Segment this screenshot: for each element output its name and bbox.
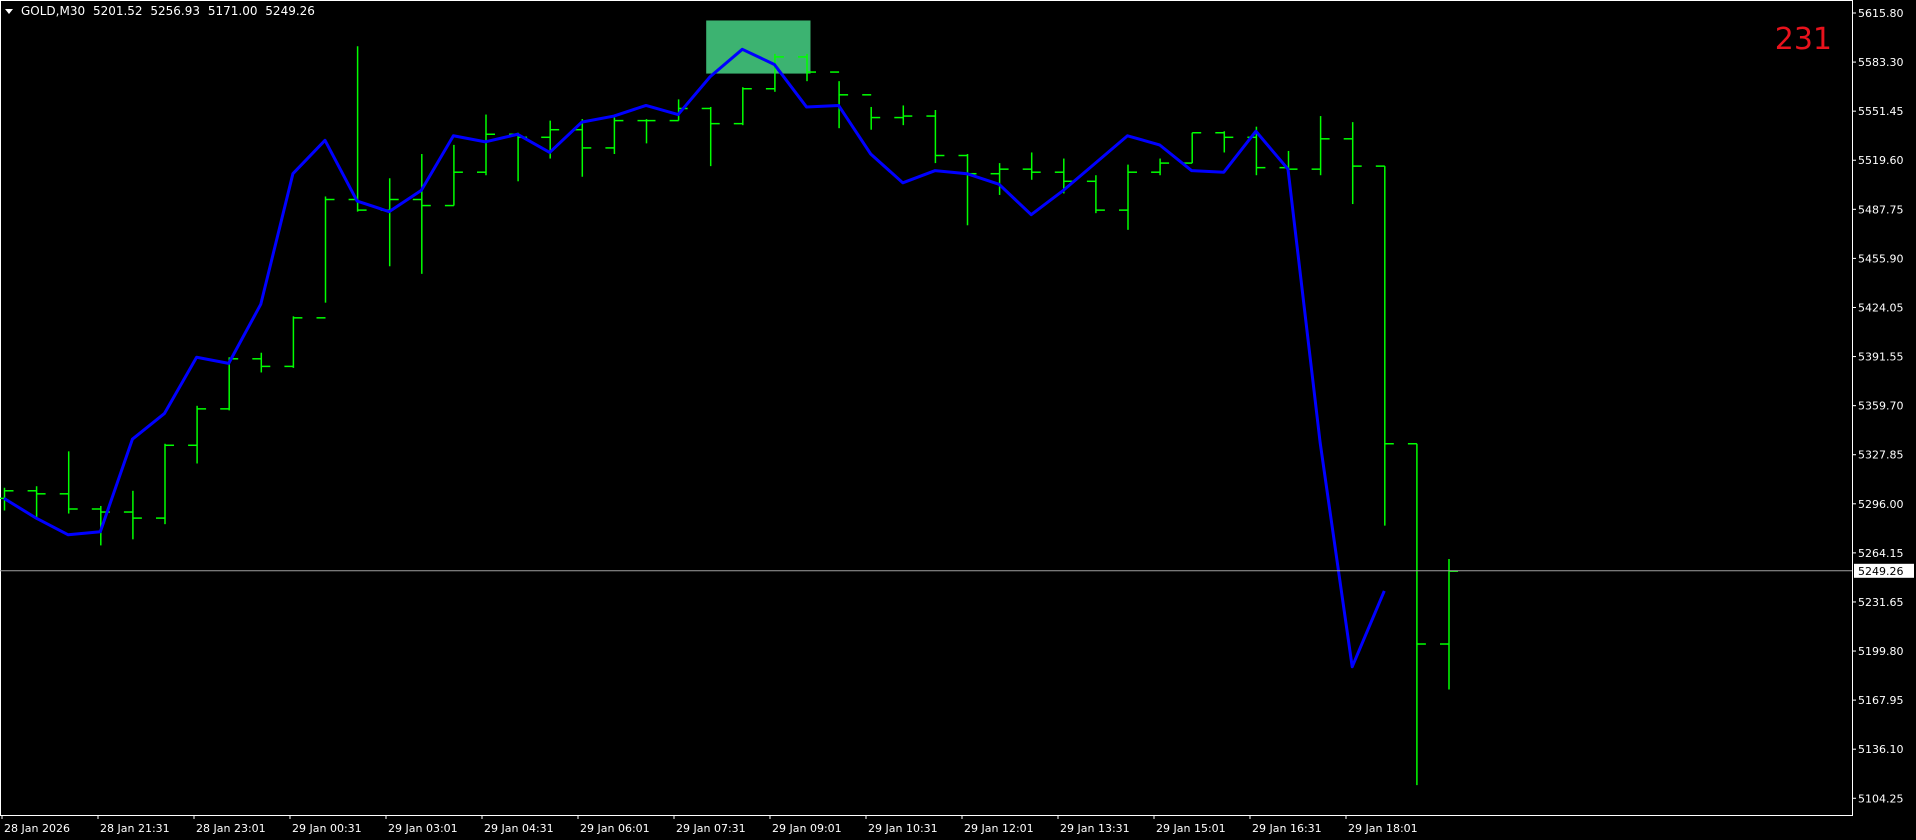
low-value: 5171.00 — [207, 4, 258, 18]
y-tick: 5359.70 — [1852, 400, 1904, 413]
x-tick-label: 29 Jan 04:31 — [484, 822, 554, 835]
y-tick-label: 5583.30 — [1858, 56, 1904, 69]
x-tick-label: 28 Jan 21:31 — [100, 822, 170, 835]
open-value: 5201.52 — [92, 4, 143, 18]
y-tick-label: 5104.25 — [1858, 792, 1904, 805]
y-tick-label: 5231.65 — [1858, 596, 1904, 609]
y-tick-label: 5264.15 — [1858, 547, 1904, 560]
x-tick-label: 29 Jan 15:01 — [1156, 822, 1226, 835]
x-tick-label: 28 Jan 23:01 — [196, 822, 266, 835]
y-tick: 5424.05 — [1852, 301, 1904, 314]
y-tick: 5615.80 — [1852, 7, 1904, 20]
x-tick-label: 29 Jan 16:31 — [1252, 822, 1322, 835]
price-chart[interactable]: 5249.26 5615.80 5583.30 5551.45 5519.60 5487… — [0, 0, 1916, 840]
symbol-label: GOLD,M30 — [21, 4, 86, 18]
x-tick-label: 29 Jan 06:01 — [580, 822, 650, 835]
counter-label: 231 — [1774, 22, 1832, 57]
y-tick: 5296.00 — [1852, 498, 1904, 511]
chart-header: GOLD,M30 5201.52 5256.93 5171.00 5249.26 — [21, 4, 319, 18]
close-value: 5249.26 — [265, 4, 315, 18]
y-tick-label: 5519.60 — [1858, 154, 1904, 167]
y-tick-label: 5424.05 — [1858, 301, 1904, 314]
y-tick-label: 5199.80 — [1858, 645, 1904, 658]
y-tick: 5391.55 — [1852, 351, 1904, 364]
x-tick-label: 29 Jan 03:01 — [388, 822, 458, 835]
y-tick-label: 5487.75 — [1858, 203, 1904, 216]
y-tick-label: 5455.90 — [1858, 252, 1904, 265]
y-tick: 5199.80 — [1852, 645, 1904, 658]
x-tick-label: 29 Jan 12:01 — [964, 822, 1034, 835]
y-tick: 5167.95 — [1852, 694, 1904, 707]
y-tick: 5583.30 — [1852, 56, 1904, 69]
y-tick-label: 5359.70 — [1858, 400, 1904, 413]
x-tick-label: 29 Jan 13:31 — [1060, 822, 1130, 835]
y-tick: 5487.75 — [1852, 203, 1904, 216]
x-tick-label: 29 Jan 09:01 — [772, 822, 842, 835]
current-price-label: 5249.26 — [1858, 565, 1904, 578]
y-tick-label: 5615.80 — [1858, 7, 1904, 20]
y-tick: 5327.85 — [1852, 449, 1904, 462]
x-tick-label: 29 Jan 07:31 — [676, 822, 746, 835]
x-tick-label: 29 Jan 00:31 — [292, 822, 362, 835]
x-tick-label: 29 Jan 10:31 — [868, 822, 938, 835]
x-tick-label: 29 Jan 18:01 — [1348, 822, 1418, 835]
y-tick: 5455.90 — [1852, 252, 1904, 265]
y-tick-label: 5167.95 — [1858, 694, 1904, 707]
chart-background — [0, 0, 1916, 840]
y-tick-label: 5551.45 — [1858, 105, 1904, 118]
chart-menu-arrow-icon[interactable] — [5, 9, 13, 14]
y-tick: 5551.45 — [1852, 105, 1904, 118]
x-tick-label: 28 Jan 2026 — [4, 822, 70, 835]
y-tick: 5136.10 — [1852, 743, 1904, 756]
y-tick: 5231.65 — [1852, 596, 1904, 609]
y-tick-label: 5327.85 — [1858, 449, 1904, 462]
y-tick: 5104.25 — [1852, 792, 1904, 805]
y-tick-label: 5136.10 — [1858, 743, 1904, 756]
y-tick: 5264.15 — [1852, 547, 1904, 560]
high-value: 5256.93 — [150, 4, 201, 18]
y-tick-label: 5296.00 — [1858, 498, 1904, 511]
y-tick: 5519.60 — [1852, 154, 1904, 167]
y-tick-label: 5391.55 — [1858, 351, 1904, 364]
